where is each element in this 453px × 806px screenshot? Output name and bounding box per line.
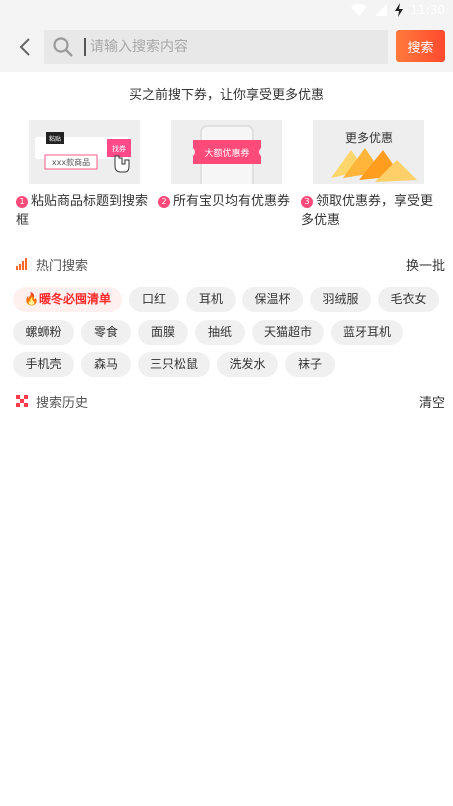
hot-tag[interactable]: 洗发水 — [217, 352, 278, 377]
hot-tag[interactable]: 保温杯 — [242, 287, 303, 312]
search-history-title: 搜索历史 — [36, 395, 89, 411]
hot-tag[interactable]: 毛衣女 — [378, 287, 439, 312]
product-placeholder-label: xxx款商品 — [52, 157, 90, 167]
hot-tag[interactable]: 螺蛳粉 — [13, 320, 74, 345]
hot-tag[interactable]: 🔥暖冬必囤清单 — [13, 287, 122, 312]
hot-tag[interactable]: 森马 — [81, 352, 131, 377]
status-bar: 11:30 — [0, 0, 453, 22]
chevron-left-icon — [19, 38, 30, 56]
hot-tag[interactable]: 耳机 — [186, 287, 236, 312]
guide-image-paste: 粘贴 xxx款商品 找券 — [29, 120, 140, 184]
search-input[interactable] — [84, 38, 380, 56]
step-text: 领取优惠券，享受更多优惠 — [301, 194, 434, 228]
wifi-icon — [351, 4, 368, 16]
guide-image-coupon: 大额优惠券 — [171, 120, 282, 184]
paste-label: 粘贴 — [49, 135, 61, 143]
hot-tag[interactable]: 三只松鼠 — [138, 352, 210, 377]
find-coupon-label: 找券 — [112, 144, 126, 153]
hot-tag[interactable]: 羽绒服 — [310, 287, 371, 312]
bar-chart-icon — [16, 258, 27, 270]
step-text: 所有宝贝均有优惠券 — [173, 194, 291, 209]
clear-history-button[interactable]: 清空 — [419, 392, 445, 411]
back-button[interactable] — [12, 34, 38, 60]
guide-step-1: 1 粘贴商品标题到搜索框 — [16, 192, 152, 230]
guide-title: 买之前搜下券，让你享受更多优惠 — [128, 88, 324, 103]
hot-tag[interactable]: 手机壳 — [13, 352, 74, 377]
search-icon — [53, 37, 73, 57]
hot-tag[interactable]: 袜子 — [285, 352, 335, 377]
search-button[interactable]: 搜索 — [396, 30, 445, 62]
flame-icon: 🔥 — [24, 292, 39, 306]
hot-search-header: 热门搜索 换一批 — [16, 254, 445, 274]
guide-step-2: 2 所有宝贝均有优惠券 — [158, 192, 298, 211]
battery-charging-icon — [395, 3, 404, 17]
search-history-header: 搜索历史 清空 — [16, 391, 445, 411]
guide-step-3: 3 领取优惠券，享受更多优惠 — [301, 192, 441, 230]
more-discounts-label: 更多优惠 — [345, 131, 393, 145]
history-icon — [16, 395, 28, 407]
step-text: 粘贴商品标题到搜索框 — [16, 194, 149, 228]
big-coupon-label: 大额优惠券 — [204, 147, 249, 159]
search-header: 搜索 — [0, 22, 453, 72]
hot-tag[interactable]: 抽纸 — [195, 320, 245, 345]
hot-tag[interactable]: 面膜 — [138, 320, 188, 345]
step-number-badge: 1 — [16, 196, 28, 208]
status-time: 11:30 — [410, 3, 445, 17]
refresh-batch-button[interactable]: 换一批 — [406, 255, 445, 274]
hot-tag[interactable]: 口红 — [129, 287, 179, 312]
hot-tag[interactable]: 蓝牙耳机 — [331, 320, 403, 345]
step-number-badge: 2 — [158, 196, 170, 208]
signal-icon — [375, 4, 388, 16]
hot-tag[interactable]: 零食 — [81, 320, 131, 345]
search-box[interactable] — [44, 30, 388, 64]
hot-search-title: 热门搜索 — [36, 258, 89, 274]
hot-tag[interactable]: 天猫超市 — [252, 320, 324, 345]
step-number-badge: 3 — [301, 196, 313, 208]
guide-image-more-discounts: 更多优惠 — [313, 120, 424, 184]
